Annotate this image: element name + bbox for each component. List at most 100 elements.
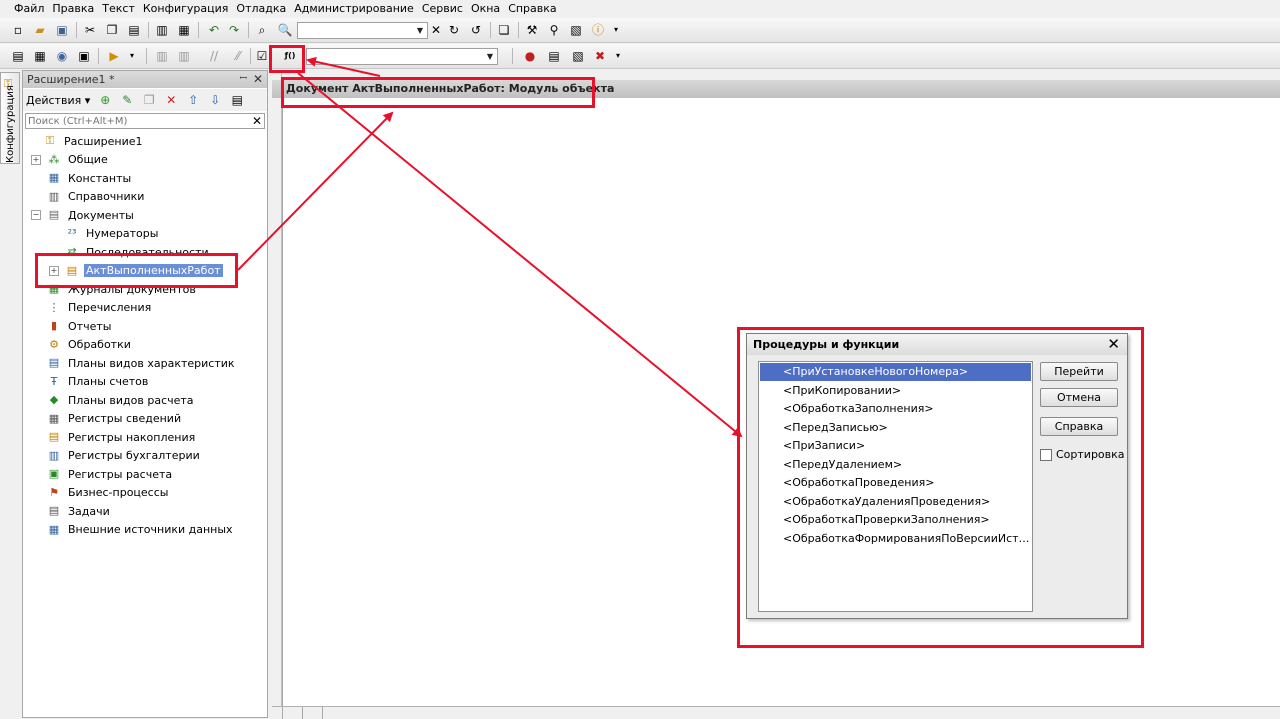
run-debug-icon[interactable]: ▶ xyxy=(106,48,122,64)
cut-icon[interactable]: ✂ xyxy=(82,22,98,38)
configuration-side-tab[interactable]: ⚿ Конфигурация xyxy=(0,72,20,164)
tree-item[interactable]: ▮ Отчеты xyxy=(31,317,113,335)
redo-icon[interactable]: ↷ xyxy=(226,22,242,38)
close-icon[interactable]: ✕ xyxy=(253,71,263,88)
print-icon[interactable]: ▥ xyxy=(154,22,170,38)
tree-item[interactable]: ⇄ Последовательности xyxy=(49,243,211,261)
menu-administration[interactable]: Администрирование xyxy=(294,2,414,15)
tree-item[interactable]: ▦ Регистры сведений xyxy=(31,410,183,428)
delete-icon[interactable]: ✕ xyxy=(162,93,180,107)
close-icon[interactable]: ✕ xyxy=(1107,334,1120,355)
sort-checkbox-box[interactable] xyxy=(1040,448,1052,461)
menu-text[interactable]: Текст xyxy=(102,2,135,15)
delete-breakpoint-icon[interactable]: ✖ xyxy=(592,48,608,64)
tree-item[interactable]: ▦ Константы xyxy=(31,169,133,187)
procedure-list-item[interactable]: <ОбработкаУдаленияПроведения> xyxy=(760,493,1031,511)
procedure-list-item[interactable]: <ОбработкаЗаполнения> xyxy=(760,400,1031,418)
move-down-icon[interactable]: ⇩ xyxy=(206,93,224,107)
save-icon[interactable]: ▣ xyxy=(54,22,70,38)
print-preview-icon[interactable]: ▦ xyxy=(176,22,192,38)
tree-item[interactable]: ▥ Справочники xyxy=(31,188,146,206)
new-file-icon[interactable]: ▫ xyxy=(10,22,26,38)
tree-item[interactable]: Ŧ Планы счетов xyxy=(31,373,150,391)
windows-icon[interactable]: ❏ xyxy=(496,22,512,38)
tree-item[interactable]: ▣ Регистры расчета xyxy=(31,465,174,483)
toolbar-more-icon[interactable]: ▾ xyxy=(608,22,624,38)
tree-expander-icon[interactable]: + xyxy=(49,265,59,276)
procedure-list-item[interactable]: <ПриУстановкеНовогоНомера> xyxy=(760,363,1031,381)
tree-item[interactable]: ⚑ Бизнес-процессы xyxy=(31,484,170,502)
undo-icon[interactable]: ↶ xyxy=(206,22,222,38)
clear-search-icon[interactable]: ✕ xyxy=(252,114,262,128)
tree-item[interactable]: ⚿ Расширение1 xyxy=(27,132,145,150)
run-menu-icon[interactable]: ▾ xyxy=(124,48,140,64)
wizard-icon[interactable]: ⚒ xyxy=(524,22,540,38)
breakpoint-list-icon[interactable]: ▤ xyxy=(546,48,562,64)
notes-icon[interactable]: ▧ xyxy=(568,22,584,38)
actions-menu[interactable]: Действия ▾ xyxy=(26,94,90,107)
tree-search-input[interactable] xyxy=(26,114,246,129)
menu-service[interactable]: Сервис xyxy=(422,2,463,15)
search-combo[interactable]: ▼ xyxy=(297,22,428,39)
menu-windows[interactable]: Окна xyxy=(471,2,500,15)
procedure-list-item[interactable]: <ПередУдалением> xyxy=(760,456,1031,474)
tree-item[interactable]: ▤ Задачи xyxy=(31,502,112,520)
tree-item[interactable]: + ⁂ Общие xyxy=(31,151,110,169)
procedure-list-item[interactable]: <ПриКопировании> xyxy=(760,382,1031,400)
procedure-list-item[interactable]: <ОбработкаПроверкиЗаполнения> xyxy=(760,511,1031,529)
config-tree-icon[interactable]: ▤ xyxy=(10,48,26,64)
tree-item[interactable]: ▤ Планы видов характеристик xyxy=(31,354,237,372)
comment-icon[interactable]: // xyxy=(206,48,222,64)
chevron-down-icon[interactable]: ▼ xyxy=(483,49,497,64)
tree-item[interactable]: ⚙ Обработки xyxy=(31,336,133,354)
module-procedures-combo[interactable]: ▼ xyxy=(306,48,498,65)
procedures-list-icon[interactable]: ƒ() xyxy=(282,48,298,64)
procedure-list-item[interactable]: <ОбработкаФормированияПоВерсииИсторииДан… xyxy=(760,530,1031,548)
tree-item[interactable]: ⋮ Перечисления xyxy=(31,299,153,317)
menu-file[interactable]: Файл xyxy=(14,2,44,15)
tree-expander-icon[interactable]: + xyxy=(31,154,41,165)
tree-item[interactable]: ▥ Регистры бухгалтерии xyxy=(31,447,202,465)
tree-expander-icon[interactable]: − xyxy=(31,210,41,220)
menu-debug[interactable]: Отладка xyxy=(236,2,286,15)
database-icon[interactable]: ◉ xyxy=(54,48,70,64)
menu-configuration[interactable]: Конфигурация xyxy=(143,2,229,15)
tree-item[interactable]: − ▤ Документы xyxy=(31,206,136,224)
tree-item[interactable]: ▤ Регистры накопления xyxy=(31,428,197,446)
menu-help[interactable]: Справка xyxy=(508,2,556,15)
syntax-check-icon[interactable]: ☑ xyxy=(254,48,270,64)
chevron-down-icon[interactable]: ▼ xyxy=(413,23,427,38)
sort-checkbox[interactable]: Сортировка xyxy=(1040,448,1125,461)
config-compare-icon[interactable]: ▦ xyxy=(32,48,48,64)
tree-item[interactable]: + ▤ АктВыполненныхРабот xyxy=(49,262,223,280)
open-folder-icon[interactable]: ▰ xyxy=(32,22,48,38)
toolbar2-more-icon[interactable]: ▾ xyxy=(610,48,626,64)
properties-icon[interactable]: ▤ xyxy=(228,93,246,107)
move-up-icon[interactable]: ⇧ xyxy=(184,93,202,107)
add-icon[interactable]: ⊕ xyxy=(96,93,114,107)
copy-item-icon[interactable]: ❐ xyxy=(140,93,158,107)
block-icon[interactable]: ▥ xyxy=(154,48,170,64)
unblock-icon[interactable]: ▥ xyxy=(176,48,192,64)
paste-icon[interactable]: ▤ xyxy=(126,22,142,38)
bookmark-icon[interactable]: ▧ xyxy=(570,48,586,64)
tree-item[interactable]: ◆ Планы видов расчета xyxy=(31,391,196,409)
find-next-icon[interactable]: ↻ xyxy=(446,22,462,38)
help-button[interactable]: Справка xyxy=(1040,417,1118,436)
menu-edit[interactable]: Правка xyxy=(52,2,94,15)
tree-item[interactable]: ²³ Нумераторы xyxy=(49,225,160,243)
syntax-helper-icon[interactable]: ⚲ xyxy=(546,22,562,38)
edit-icon[interactable]: ✎ xyxy=(118,93,136,107)
tree-item[interactable]: ▦ Журналы документов xyxy=(31,280,198,298)
procedure-list-item[interactable]: <ОбработкаПроведения> xyxy=(760,474,1031,492)
uncomment-icon[interactable]: ⁄⁄ xyxy=(230,48,246,64)
cancel-button[interactable]: Отмена xyxy=(1040,388,1118,407)
find-prev-icon[interactable]: ↺ xyxy=(468,22,484,38)
pin-icon[interactable]: ꟷ xyxy=(240,71,247,88)
breakpoint-icon[interactable]: ● xyxy=(522,48,538,64)
procedure-list-item[interactable]: <ПередЗаписью> xyxy=(760,419,1031,437)
find-icon[interactable]: ⌕ xyxy=(254,22,270,38)
go-button[interactable]: Перейти xyxy=(1040,362,1118,381)
procedure-list-item[interactable]: <ПриЗаписи> xyxy=(760,437,1031,455)
config-window-icon[interactable]: ▣ xyxy=(76,48,92,64)
